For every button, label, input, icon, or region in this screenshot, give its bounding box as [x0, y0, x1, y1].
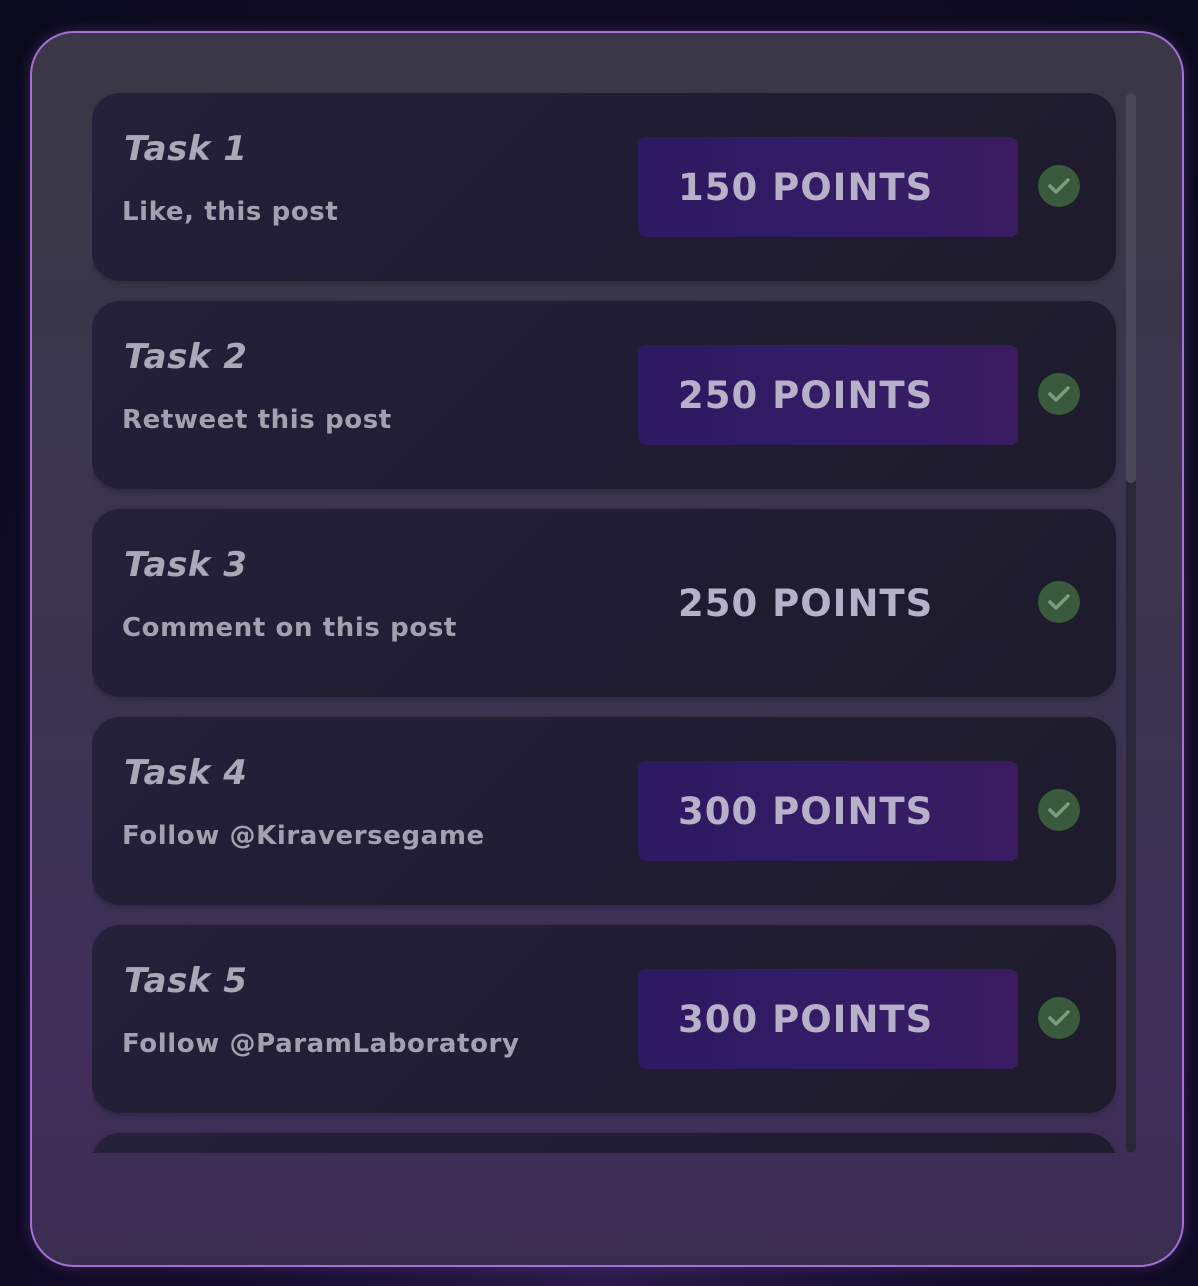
points-badge: 250 POINTS	[638, 345, 1018, 445]
points-value: 250 POINTS	[678, 373, 934, 417]
task-card-2[interactable]: Task 2 Retweet this post 250 POINTS	[92, 301, 1116, 489]
check-icon[interactable]	[1038, 997, 1080, 1039]
task-card-4[interactable]: Task 4 Follow @Kiraversegame 300 POINTS	[92, 717, 1116, 905]
points-badge: 300 POINTS	[638, 969, 1018, 1069]
check-icon[interactable]	[1038, 789, 1080, 831]
points-value: 300 POINTS	[678, 789, 934, 833]
task-description: Follow @ParamLaboratory	[122, 1029, 520, 1059]
points-badge: 150 POINTS	[638, 137, 1018, 237]
task-description: Retweet this post	[122, 405, 392, 435]
points-value: 150 POINTS	[678, 165, 934, 209]
points-value: 300 POINTS	[678, 997, 934, 1041]
points-value: 250 POINTS	[678, 581, 934, 625]
task-title: Task 4	[124, 753, 248, 793]
task-title: Task 3	[124, 545, 248, 585]
points-badge: 300 POINTS	[638, 761, 1018, 861]
points-badge: 250 POINTS	[638, 553, 1018, 653]
task-description: Comment on this post	[122, 613, 457, 643]
task-card-3[interactable]: Task 3 Comment on this post 250 POINTS	[92, 509, 1116, 697]
check-icon[interactable]	[1038, 165, 1080, 207]
task-card-5[interactable]: Task 5 Follow @ParamLaboratory 300 POINT…	[92, 925, 1116, 1113]
task-description: Follow @Kiraversegame	[122, 821, 485, 851]
check-icon[interactable]	[1038, 373, 1080, 415]
check-icon[interactable]	[1038, 581, 1080, 623]
scrollbar-thumb[interactable]	[1126, 93, 1136, 483]
task-title: Task 2	[124, 337, 248, 377]
task-card-1[interactable]: Task 1 Like, this post 150 POINTS	[92, 93, 1116, 281]
task-card-partial[interactable]	[92, 1133, 1116, 1153]
task-title: Task 1	[124, 129, 248, 169]
task-description: Like, this post	[122, 197, 339, 227]
task-title: Task 5	[124, 961, 248, 1001]
task-list: Task 1 Like, this post 150 POINTS Task 2…	[92, 93, 1138, 1153]
